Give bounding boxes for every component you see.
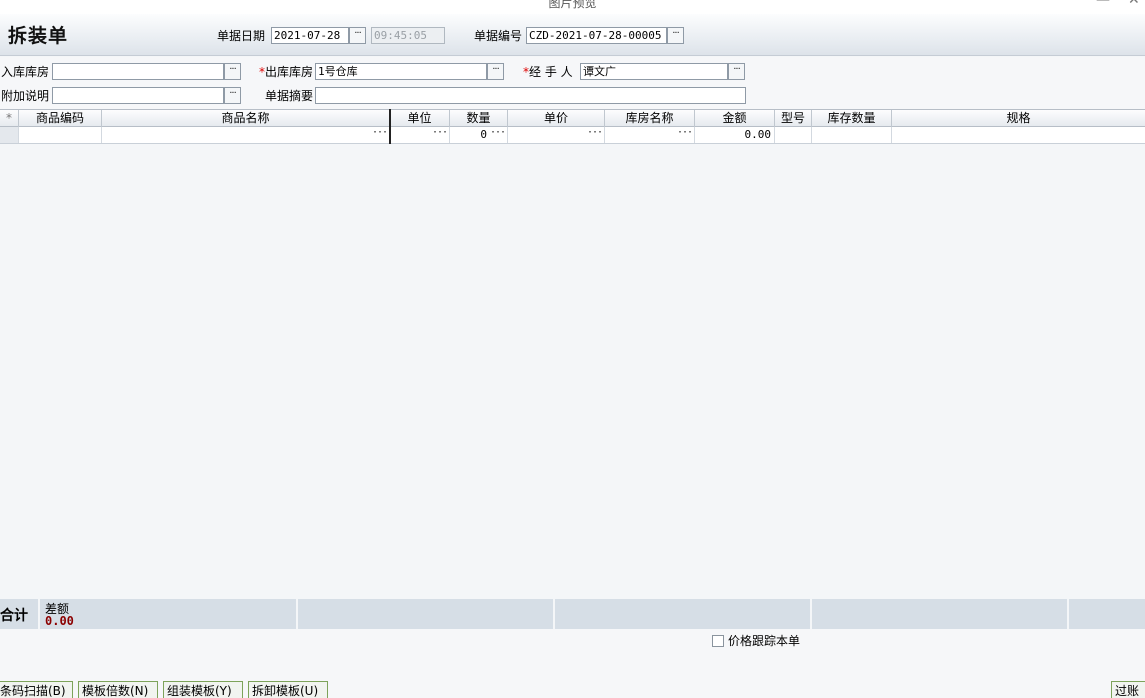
date-picker-button[interactable]: ··· [349, 27, 366, 44]
barcode-scan-button[interactable]: 条码扫描(B) [0, 681, 73, 698]
column-stock-quantity[interactable]: 库存数量 [812, 110, 892, 127]
close-icon[interactable]: ✕ [1128, 0, 1140, 8]
window-title: 图片预览 [548, 0, 597, 10]
doc-number-field[interactable]: CZD-2021-07-28-00005 [526, 27, 667, 44]
grid-header: * 商品编码 商品名称 单位 数量 单价 库房名称 金额 型号 库存数量 规格 [0, 109, 1145, 127]
column-product-code[interactable]: 商品编码 [19, 110, 102, 127]
note-field[interactable] [52, 87, 224, 104]
difference-cell: 差额 0.00 [40, 599, 298, 629]
price-track-label[interactable]: 价格跟踪本单 [728, 634, 800, 648]
cell-spec[interactable] [892, 127, 1145, 143]
totals-label-cell: 合计 [0, 599, 40, 629]
totals-cell-3 [555, 599, 812, 629]
cell-amount[interactable]: 0.00 [695, 127, 775, 143]
product-name-picker-button[interactable]: ··· [372, 127, 388, 139]
cell-stock-quantity[interactable] [812, 127, 892, 143]
doc-number-button[interactable]: ··· [667, 27, 684, 44]
cell-model[interactable] [775, 127, 812, 143]
row-selector[interactable] [0, 127, 19, 143]
minimize-icon[interactable]: — [1096, 0, 1110, 8]
totals-cell-2 [298, 599, 555, 629]
window-title-bar: 图片预览 — ✕ [0, 0, 1145, 14]
column-amount[interactable]: 金额 [695, 110, 775, 127]
doc-number-label: 单据编号 [474, 29, 523, 43]
column-product-name[interactable]: 商品名称 [102, 110, 390, 127]
assembly-template-button[interactable]: 组装模板(Y) [163, 681, 243, 698]
out-warehouse-label-text: 出库库房 [265, 65, 314, 79]
summary-field[interactable] [315, 87, 746, 104]
in-warehouse-button[interactable]: ··· [224, 63, 241, 80]
out-warehouse-field[interactable]: 1号仓库 [315, 63, 487, 80]
totals-label: 合计 [0, 608, 28, 624]
template-multiple-button[interactable]: 模板倍数(N) [78, 681, 158, 698]
date-label: 单据日期 [217, 29, 266, 43]
in-warehouse-field[interactable] [52, 63, 224, 80]
table-row[interactable]: ··· ··· 0 ··· ··· ··· 0.00 [0, 127, 1145, 144]
quantity-picker-button[interactable]: ··· [490, 127, 506, 139]
amount-value: 0.00 [744, 128, 772, 141]
cell-unit-price[interactable]: ··· [508, 127, 605, 143]
warehouse-picker-button[interactable]: ··· [677, 127, 693, 139]
column-unit-price[interactable]: 单价 [508, 110, 605, 127]
out-warehouse-label: *出库库房 [259, 65, 313, 79]
handler-field[interactable]: 谭文广 [580, 63, 728, 80]
difference-value: 0.00 [45, 614, 74, 628]
column-unit[interactable]: 单位 [390, 110, 450, 127]
note-button[interactable]: ··· [224, 87, 241, 104]
column-warehouse-name[interactable]: 库房名称 [605, 110, 695, 127]
page-title: 拆装单 [8, 25, 69, 47]
frozen-column-divider[interactable] [389, 109, 391, 144]
disassembly-template-button[interactable]: 拆卸模板(U) [248, 681, 328, 698]
row-selector-header[interactable]: * [0, 110, 19, 127]
summary-label: 单据摘要 [265, 89, 314, 103]
in-warehouse-label: 入库库房 [1, 65, 50, 79]
column-spec[interactable]: 规格 [892, 110, 1145, 127]
out-warehouse-button[interactable]: ··· [487, 63, 504, 80]
note-label: 附加说明 [1, 89, 50, 103]
column-model[interactable]: 型号 [775, 110, 812, 127]
totals-row: 合计 差额 0.00 [0, 599, 1145, 629]
quantity-value: 0 [480, 128, 487, 141]
handler-button[interactable]: ··· [728, 63, 745, 80]
handler-label: *经 手 人 [523, 65, 573, 79]
time-field: 09:45:05 [371, 27, 445, 44]
unit-picker-button[interactable]: ··· [432, 127, 448, 139]
items-grid: * 商品编码 商品名称 单位 数量 单价 库房名称 金额 型号 库存数量 规格 … [0, 109, 1145, 599]
totals-cell-4 [812, 599, 1069, 629]
unit-price-picker-button[interactable]: ··· [587, 127, 603, 139]
cell-warehouse-name[interactable]: ··· [605, 127, 695, 143]
column-quantity[interactable]: 数量 [450, 110, 508, 127]
cell-unit[interactable]: ··· [390, 127, 450, 143]
document-header: 拆装单 单据日期 2021-07-28 ··· 09:45:05 单据编号 CZ… [0, 14, 1145, 56]
price-track-checkbox[interactable] [712, 635, 724, 647]
handler-label-text: 经 手 人 [529, 65, 573, 79]
cell-quantity[interactable]: 0 ··· [450, 127, 508, 143]
cell-product-name[interactable]: ··· [102, 127, 390, 143]
post-button[interactable]: 过账 [1111, 681, 1145, 698]
totals-cell-5 [1069, 599, 1145, 629]
date-field[interactable]: 2021-07-28 [271, 27, 349, 44]
cell-product-code[interactable] [19, 127, 102, 143]
